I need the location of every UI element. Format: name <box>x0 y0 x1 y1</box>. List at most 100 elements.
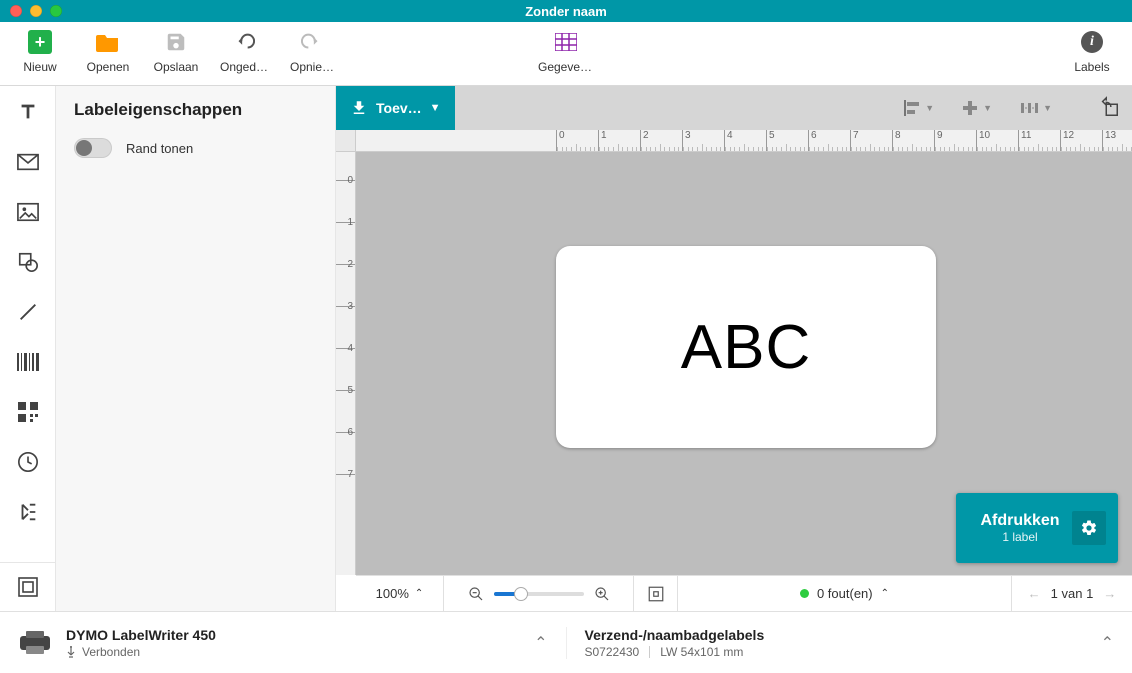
info-icon: i <box>1078 28 1106 56</box>
distribute-button[interactable]: ▼ <box>1020 100 1052 116</box>
printer-status: Verbonden <box>82 645 140 659</box>
address-tool[interactable] <box>16 150 40 174</box>
label-type-selector[interactable]: Verzend-/naambadgelabels S0722430 LW 54x… <box>566 627 1132 659</box>
label-size: LW 54x101 mm <box>660 645 743 659</box>
ruler-tick: 6 <box>336 432 355 474</box>
align-left-button[interactable]: ▼ <box>904 100 934 116</box>
labels-button[interactable]: i Labels <box>1066 28 1118 74</box>
align-horizontal-button[interactable]: ▼ <box>962 100 992 116</box>
table-icon <box>552 28 580 56</box>
layout-tool[interactable] <box>16 575 40 599</box>
ruler-tick: 9 <box>934 130 976 152</box>
ruler-tick: 5 <box>336 390 355 432</box>
image-tool[interactable] <box>16 200 40 224</box>
redo-button[interactable]: Opnie… <box>286 28 338 74</box>
datetime-tool[interactable] <box>16 450 40 474</box>
chevron-down-icon: ▼ <box>925 103 934 113</box>
shape-tool[interactable] <box>16 250 40 274</box>
ruler-tick: 13 <box>1102 130 1132 152</box>
chevron-up-icon: ⌃ <box>1101 633 1114 653</box>
label-sheet[interactable]: ABC <box>556 246 936 448</box>
ruler-tick: 2 <box>640 130 682 152</box>
ruler-tick: 10 <box>976 130 1018 152</box>
printer-icon <box>18 630 52 656</box>
next-page-button[interactable]: → <box>1103 586 1116 601</box>
page-navigator: ← 1 van 1 → <box>1012 576 1132 611</box>
canvas-area: Toev… ▼ ▼ ▼ ▼ <box>336 86 1132 611</box>
canvas-viewport[interactable]: ABC Afdrukken 1 label <box>356 152 1132 575</box>
separator <box>649 646 650 658</box>
errors-indicator[interactable]: 0 fout(en) ⌃ <box>678 576 1012 611</box>
label-sku: S0722430 <box>585 645 640 659</box>
folder-icon <box>94 28 122 56</box>
import-data-button[interactable]: Gegevens i… <box>540 28 592 74</box>
barcode-tool[interactable] <box>16 350 40 374</box>
undo-label: Onged… <box>220 60 268 74</box>
ruler-tick: 1 <box>598 130 640 152</box>
rotate-button[interactable] <box>1098 96 1120 118</box>
print-sublabel: 1 label <box>968 530 1072 544</box>
data-label: Gegevens i… <box>538 60 594 74</box>
ruler-tick: 0 <box>336 180 355 222</box>
undo-icon <box>230 28 258 56</box>
redo-label: Opnie… <box>290 60 334 74</box>
page-readout: 1 van 1 <box>1051 586 1094 601</box>
open-label: Openen <box>87 60 130 74</box>
zoom-slider[interactable] <box>494 592 584 596</box>
errors-text: 0 fout(en) <box>817 586 873 601</box>
label-text[interactable]: ABC <box>681 312 811 383</box>
import-icon <box>350 99 368 117</box>
save-button[interactable]: Opslaan <box>150 28 202 74</box>
chevron-down-icon: ▼ <box>430 102 441 114</box>
ruler-tick: 11 <box>1018 130 1060 152</box>
ruler-tick: 7 <box>336 474 355 516</box>
ruler-tick: 8 <box>892 130 934 152</box>
ruler-tick: 3 <box>682 130 724 152</box>
chevron-up-icon: ⌃ <box>415 588 423 599</box>
fit-to-screen-button[interactable] <box>634 576 678 611</box>
zoom-slider-group <box>444 576 634 611</box>
qr-tool[interactable] <box>16 400 40 424</box>
new-label: Nieuw <box>23 60 56 74</box>
zoom-readout[interactable]: 100% ⌃ <box>356 576 444 611</box>
ruler-tick: 5 <box>766 130 808 152</box>
print-settings-button[interactable] <box>1072 511 1106 545</box>
ruler-tick: 6 <box>808 130 850 152</box>
zoom-out-button[interactable] <box>468 586 484 602</box>
vertical-ruler: 01234567 <box>336 152 356 575</box>
main-toolbar: + Nieuw Openen Opslaan Onged… Opnie… <box>0 22 1132 86</box>
undo-button[interactable]: Onged… <box>218 28 270 74</box>
properties-panel: Labeleigenschappen Rand tonen <box>56 86 336 611</box>
ruler-tick: 12 <box>1060 130 1102 152</box>
design-toolbar: Toev… ▼ ▼ ▼ ▼ <box>336 86 1132 130</box>
show-border-toggle[interactable] <box>74 138 112 158</box>
printer-name: DYMO LabelWriter 450 <box>66 627 216 643</box>
properties-title: Labeleigenschappen <box>74 100 317 120</box>
line-tool[interactable] <box>16 300 40 324</box>
zoom-in-button[interactable] <box>594 586 610 602</box>
bottom-bar: DYMO LabelWriter 450 Verbonden ⌃ Verzend… <box>0 611 1132 673</box>
text-tool[interactable] <box>16 100 40 124</box>
ruler-tick: 4 <box>336 348 355 390</box>
new-button[interactable]: + Nieuw <box>14 28 66 74</box>
chevron-down-icon: ▼ <box>983 103 992 113</box>
status-bar: 100% ⌃ 0 fout(en) ⌃ ← <box>356 575 1132 611</box>
chevron-down-icon: ▼ <box>1043 103 1052 113</box>
chevron-up-icon: ⌃ <box>534 633 547 653</box>
zoom-value: 100% <box>376 586 409 601</box>
save-icon <box>162 28 190 56</box>
open-button[interactable]: Openen <box>82 28 134 74</box>
ruler-tick: 4 <box>724 130 766 152</box>
ruler-tick: 3 <box>336 306 355 348</box>
ruler-tick: 1 <box>336 222 355 264</box>
add-object-button[interactable]: Toev… ▼ <box>336 86 455 130</box>
ruler-tick: 0 <box>556 130 598 152</box>
print-button[interactable]: Afdrukken 1 label <box>956 493 1118 563</box>
printer-selector[interactable]: DYMO LabelWriter 450 Verbonden ⌃ <box>0 627 566 659</box>
usb-icon <box>66 646 76 658</box>
prev-page-button[interactable]: ← <box>1028 586 1041 601</box>
plus-icon: + <box>28 30 52 54</box>
counter-tool[interactable] <box>16 500 40 524</box>
ruler-corner <box>336 130 356 152</box>
chevron-up-icon: ⌃ <box>881 588 889 599</box>
